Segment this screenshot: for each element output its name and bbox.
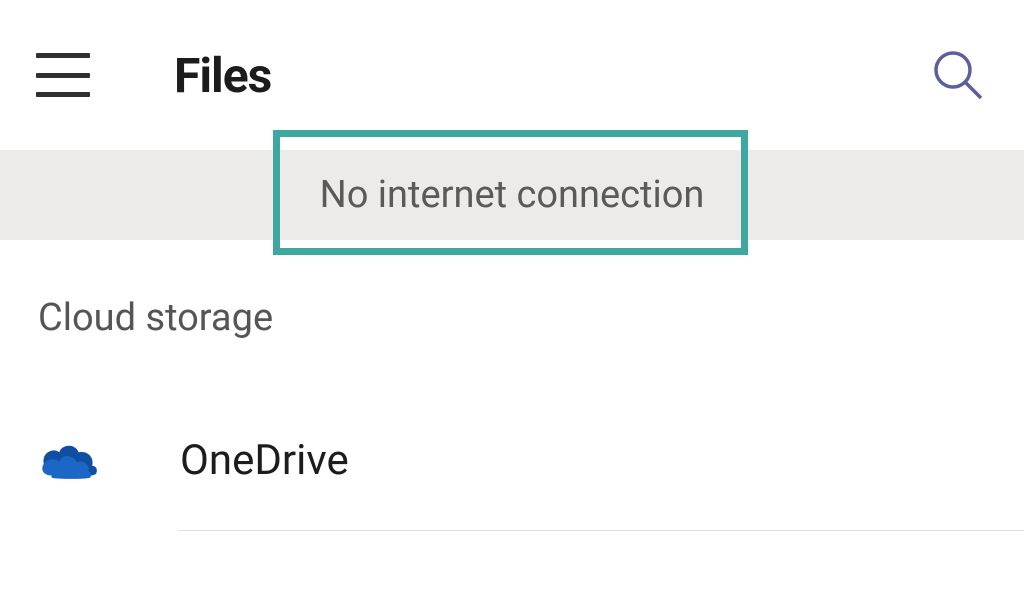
offline-banner: No internet connection bbox=[0, 150, 1024, 240]
search-button[interactable] bbox=[928, 45, 988, 105]
app-bar: Files bbox=[0, 0, 1024, 150]
onedrive-icon bbox=[38, 429, 100, 491]
search-icon bbox=[931, 48, 985, 102]
page-title: Files bbox=[174, 47, 271, 104]
section-header-cloud-storage: Cloud storage bbox=[0, 240, 1024, 340]
storage-item-label: OneDrive bbox=[180, 436, 349, 485]
offline-banner-text: No internet connection bbox=[320, 173, 705, 217]
list-divider bbox=[178, 530, 1024, 531]
hamburger-menu-icon[interactable] bbox=[36, 53, 90, 97]
storage-item-onedrive[interactable]: OneDrive bbox=[0, 390, 1024, 530]
